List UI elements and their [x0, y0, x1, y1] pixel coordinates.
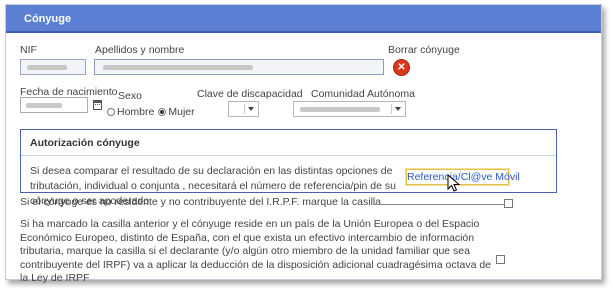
no-residente-checkbox[interactable]: [504, 199, 513, 208]
divider: [374, 204, 509, 205]
divider: [21, 155, 556, 156]
autorizacion-box: Autorización cónyuge Si desea comparar e…: [20, 129, 557, 207]
radio-hombre[interactable]: [107, 108, 115, 116]
radio-mujer[interactable]: [158, 108, 167, 116]
conyuge-panel: Cónyuge NIF Apellidos y nombre Borrar có…: [5, 4, 602, 284]
calendar-icon[interactable]: [93, 100, 102, 110]
panel-title: Cónyuge: [6, 5, 601, 33]
discapacidad-select[interactable]: [228, 101, 259, 117]
fecha-nacimiento-input[interactable]: [20, 97, 88, 113]
no-residente-text: Si el cónyuge es no residente y no contr…: [20, 196, 382, 208]
comunidad-label: Comunidad Autónoma: [311, 88, 415, 100]
radio-hombre-label: Hombre: [117, 106, 155, 118]
discapacidad-label: Clave de discapacidad: [197, 88, 303, 100]
radio-mujer-label: Mujer: [168, 106, 195, 118]
sexo-radio-group: Hombre Mujer: [107, 106, 195, 118]
autorizacion-title: Autorización cónyuge: [30, 137, 140, 149]
sexo-label: Sexo: [118, 90, 142, 102]
nif-input[interactable]: [20, 59, 86, 75]
delete-conyuge-button[interactable]: ✕: [393, 59, 410, 76]
chevron-down-icon: [248, 107, 254, 111]
nif-label: NIF: [20, 44, 37, 56]
nombre-label: Apellidos y nombre: [95, 44, 185, 56]
mouse-pointer-icon: [447, 173, 461, 192]
ue-checkbox[interactable]: [496, 255, 505, 264]
nombre-input[interactable]: [94, 59, 384, 75]
borrar-conyuge-label: Borrar cónyuge: [388, 44, 460, 56]
ue-text: Si ha marcado la casilla anterior y el c…: [20, 218, 492, 284]
comunidad-select[interactable]: [293, 101, 406, 117]
chevron-down-icon: [395, 107, 401, 111]
